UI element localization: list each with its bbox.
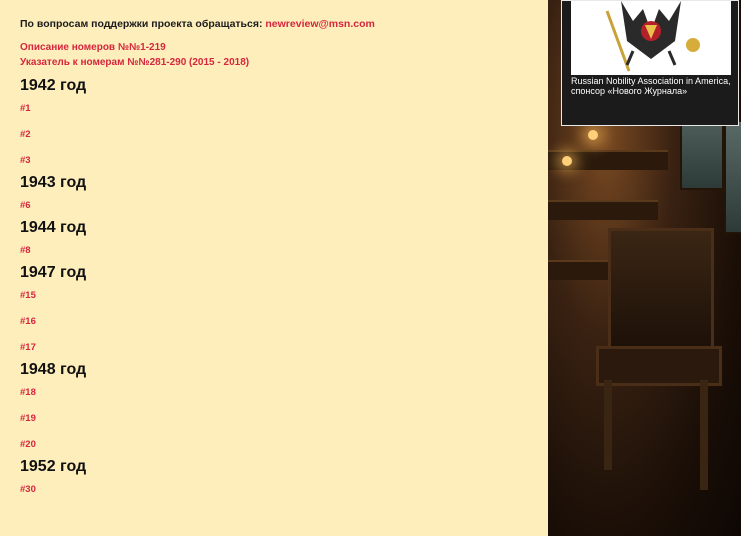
- library-background: Russian Nobility Association in America,…: [548, 0, 741, 536]
- chair-leg: [604, 380, 612, 470]
- bookshelf: [548, 200, 658, 220]
- issue-link[interactable]: #1: [20, 103, 548, 129]
- support-line: По вопросам поддержки проекта обращаться…: [20, 18, 548, 30]
- issue-link[interactable]: #30: [20, 484, 548, 510]
- year-section-1942: 1942 год #1 #2 #3: [20, 77, 548, 167]
- library-window: [724, 120, 741, 234]
- sponsor-caption: Russian Nobility Association in America,…: [571, 76, 731, 96]
- year-section-1947: 1947 год #15 #16 #17: [20, 264, 548, 354]
- year-section-1943: 1943 год #6: [20, 174, 548, 212]
- year-heading: 1944 год: [20, 219, 87, 236]
- year-section-1952: 1952 год #30: [20, 458, 548, 510]
- year-heading: 1948 год: [20, 361, 87, 378]
- issue-link[interactable]: #3: [20, 155, 548, 167]
- issue-link[interactable]: #20: [20, 439, 548, 451]
- year-section-1948: 1948 год #18 #19 #20: [20, 361, 548, 451]
- year-heading: 1942 год: [20, 77, 87, 94]
- issue-link[interactable]: #19: [20, 413, 548, 439]
- issue-link[interactable]: #2: [20, 129, 548, 155]
- lamp-light: [562, 156, 572, 166]
- issue-link[interactable]: #15: [20, 290, 548, 316]
- year-heading: 1943 год: [20, 174, 87, 191]
- issue-link[interactable]: #8: [20, 245, 548, 257]
- chair-leg: [700, 380, 708, 490]
- issue-link[interactable]: #18: [20, 387, 548, 413]
- year-heading: 1947 год: [20, 264, 87, 281]
- issue-link[interactable]: #17: [20, 342, 548, 354]
- issue-link[interactable]: #16: [20, 316, 548, 342]
- lamp-light: [588, 130, 598, 140]
- content-panel: По вопросам поддержки проекта обращаться…: [0, 0, 548, 536]
- year-section-1944: 1944 год #8: [20, 219, 548, 257]
- support-text: По вопросам поддержки проекта обращаться…: [20, 18, 266, 30]
- sponsor-banner[interactable]: Russian Nobility Association in America,…: [561, 0, 739, 126]
- issue-link[interactable]: #6: [20, 200, 548, 212]
- chair-back: [608, 228, 714, 354]
- issues-description-link[interactable]: Описание номеров №№1-219: [20, 40, 548, 55]
- double-headed-eagle-crest: [571, 1, 731, 75]
- support-email-link[interactable]: newreview@msn.com: [265, 18, 374, 30]
- year-heading: 1952 год: [20, 458, 87, 475]
- issues-index-link[interactable]: Указатель к номерам №№281-290 (2015 - 20…: [20, 55, 548, 70]
